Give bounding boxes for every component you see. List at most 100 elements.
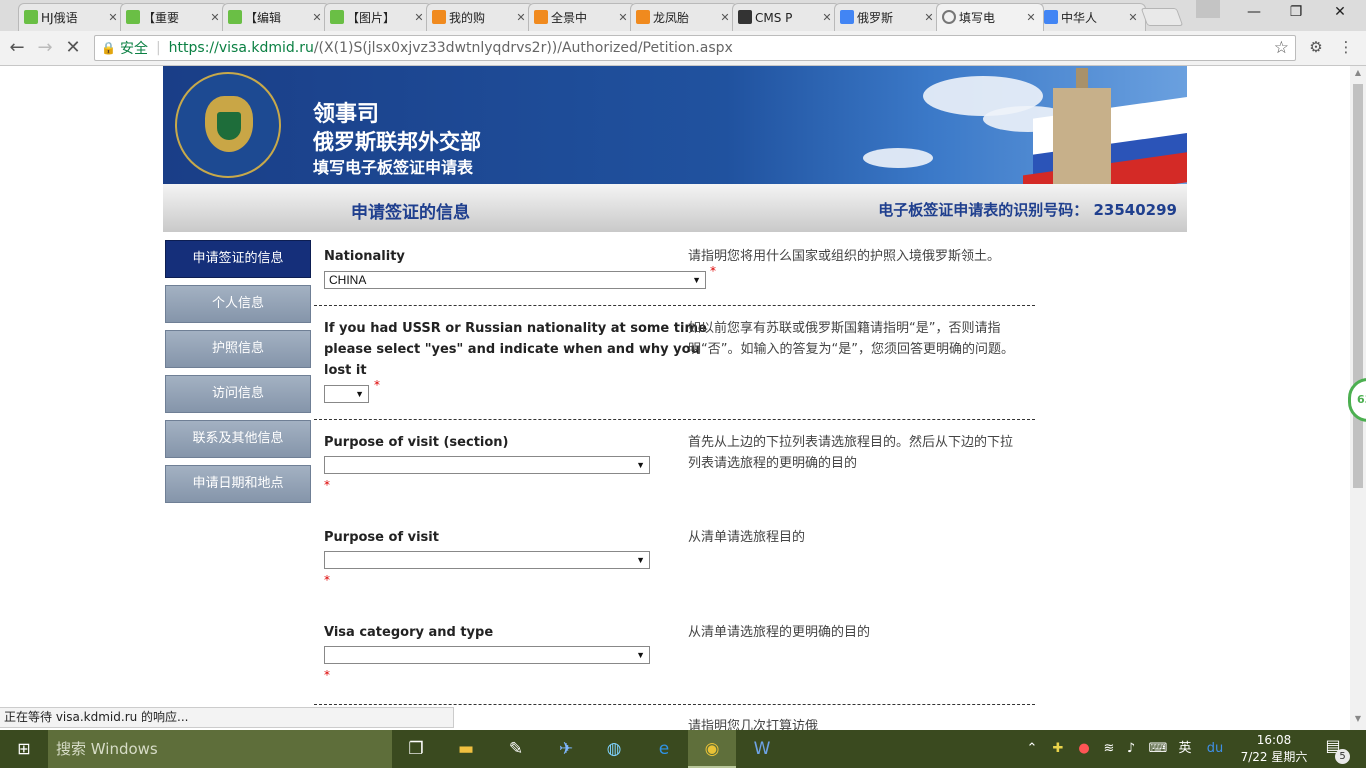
address-bar[interactable]: 🔒 安全 | https://visa.kdmid.ru /(X(1)S(jls… <box>94 35 1296 61</box>
tab-favicon-icon <box>24 10 38 24</box>
tab-favicon-icon <box>1044 10 1058 24</box>
new-tab-button[interactable] <box>1140 8 1184 26</box>
menu-item-application-date[interactable]: 申请日期和地点 <box>165 465 311 503</box>
close-tab-icon[interactable]: ✕ <box>413 11 425 24</box>
taskbar-search-box[interactable]: 搜索 Windows <box>48 730 392 768</box>
nationality-label: Nationality <box>324 249 405 264</box>
section-divider <box>314 305 1035 306</box>
browser-tab[interactable]: 俄罗斯 ✕ <box>834 3 942 31</box>
edge-browser-icon[interactable]: e <box>640 730 688 768</box>
tab-favicon-icon <box>432 10 446 24</box>
keyboard-icon[interactable]: ⌨ <box>1144 730 1172 768</box>
close-tab-icon[interactable]: ✕ <box>209 11 221 24</box>
close-tab-icon[interactable]: ✕ <box>107 11 119 24</box>
file-explorer-icon[interactable]: ▬ <box>442 730 490 768</box>
system-clock[interactable]: 16:08 7/22 星期六 <box>1232 732 1316 766</box>
purpose-section-select[interactable]: ▼ <box>324 456 650 474</box>
wifi-icon[interactable]: ≋ <box>1098 730 1120 768</box>
menu-dots-icon[interactable]: ⋮ <box>1336 38 1356 58</box>
browser-tab[interactable]: 【编辑 ✕ <box>222 3 330 31</box>
qq-app-icon[interactable]: ◍ <box>590 730 638 768</box>
nationality-select[interactable]: CHINA ▼ <box>324 271 706 289</box>
tab-favicon-icon <box>738 10 752 24</box>
tray-music-icon[interactable]: ● <box>1072 730 1096 768</box>
purpose-label: Purpose of visit <box>324 530 439 545</box>
menu-item-personal-info[interactable]: 个人信息 <box>165 285 311 323</box>
purpose-help: 从清单请选旅程目的 <box>688 530 806 545</box>
tab-favicon-icon <box>126 10 140 24</box>
browser-tab-active[interactable]: 填写电 ✕ <box>936 3 1044 31</box>
ussr-help-line: 明“否”。如输入的答复为“是”，您须回答更明确的问题。 <box>688 342 1014 357</box>
address-separator: | <box>155 40 161 56</box>
tab-title: 【图片】 <box>347 11 396 25</box>
section-header: 申请签证的信息 电子板签证申请表的识别号码： 23540299 <box>163 184 1187 232</box>
close-tab-icon[interactable]: ✕ <box>515 11 527 24</box>
loading-spinner-icon <box>942 10 956 24</box>
tab-favicon-icon <box>840 10 854 24</box>
tab-title: 填写电 <box>959 11 996 25</box>
ussr-help-line: 如以前您享有苏联或俄罗斯国籍请指明“是”，否则请指 <box>688 321 1001 336</box>
menu-item-visit-info[interactable]: 访问信息 <box>165 375 311 413</box>
menu-item-contact-info[interactable]: 联系及其他信息 <box>165 420 311 458</box>
bookmark-star-icon[interactable]: ☆ <box>1274 38 1289 58</box>
close-tab-icon[interactable]: ✕ <box>923 11 935 24</box>
close-tab-icon[interactable]: ✕ <box>719 11 731 24</box>
dropdown-arrow-icon: ▼ <box>636 555 645 565</box>
back-arrow-icon[interactable]: ← <box>6 37 28 59</box>
profile-icon[interactable] <box>1196 0 1220 18</box>
clock-date: 7/22 星期六 <box>1240 750 1308 764</box>
visa-category-select[interactable]: ▼ <box>324 646 650 664</box>
close-tab-icon[interactable]: ✕ <box>311 11 323 24</box>
chrome-browser-icon[interactable]: ◉ <box>688 730 736 768</box>
tab-favicon-icon <box>228 10 242 24</box>
notification-count-badge: 5 <box>1335 749 1350 764</box>
ime-language-indicator[interactable]: 英 <box>1174 730 1196 768</box>
browser-tab[interactable]: HJ俄语 ✕ <box>18 3 126 31</box>
browser-tab[interactable]: 我的购 ✕ <box>426 3 534 31</box>
restore-button[interactable]: ❐ <box>1278 4 1314 24</box>
close-tab-icon[interactable]: ✕ <box>1127 11 1139 24</box>
menu-item-passport-info[interactable]: 护照信息 <box>165 330 311 368</box>
close-tab-icon[interactable]: ✕ <box>821 11 833 24</box>
purpose-select[interactable]: ▼ <box>324 551 650 569</box>
extension-icon[interactable]: ⚙ <box>1306 38 1326 58</box>
dropdown-arrow-icon: ▼ <box>355 389 364 399</box>
minimize-button[interactable]: — <box>1236 4 1272 24</box>
forward-arrow-icon[interactable]: → <box>34 37 56 59</box>
browser-tab[interactable]: 龙凤胎 ✕ <box>630 3 738 31</box>
browser-tab[interactable]: 全景中 ✕ <box>528 3 636 31</box>
scroll-down-arrow-icon[interactable]: ▼ <box>1350 714 1366 728</box>
word-app-icon[interactable]: W <box>738 730 786 768</box>
tab-title: HJ俄语 <box>41 11 78 25</box>
windows-start-icon[interactable]: ⊞ <box>0 730 48 768</box>
dropdown-arrow-icon: ▼ <box>636 650 645 660</box>
required-mark: * <box>324 478 330 492</box>
close-tab-icon[interactable]: ✕ <box>1025 11 1037 24</box>
action-center-icon[interactable]: ▤ 5 <box>1320 736 1350 764</box>
task-view-icon[interactable]: ❐ <box>392 730 440 768</box>
close-tab-icon[interactable]: ✕ <box>617 11 629 24</box>
browser-tab[interactable]: 【重要 ✕ <box>120 3 228 31</box>
browser-tab[interactable]: CMS P ✕ <box>732 3 840 31</box>
baidu-ime-icon[interactable]: du <box>1204 730 1226 768</box>
scroll-up-arrow-icon[interactable]: ▲ <box>1350 68 1366 82</box>
stop-loading-icon[interactable]: ✕ <box>62 37 84 59</box>
dropdown-arrow-icon: ▼ <box>636 460 645 470</box>
tray-expand-icon[interactable]: ⌃ <box>1024 730 1040 768</box>
bird-app-icon[interactable]: ✈ <box>542 730 590 768</box>
scrollbar-thumb[interactable] <box>1353 84 1363 488</box>
menu-item-visa-info[interactable]: 申请签证的信息 <box>165 240 311 278</box>
site-banner: 领事司 俄罗斯联邦外交部 填写电子板签证申请表 <box>163 66 1187 184</box>
tray-app-icon[interactable]: ✚ <box>1046 730 1070 768</box>
close-window-button[interactable]: ✕ <box>1322 4 1358 24</box>
browser-tab[interactable]: 【图片】 ✕ <box>324 3 432 31</box>
browser-tab[interactable]: 中华人 ✕ <box>1038 3 1146 31</box>
windows-taskbar: ⊞ 搜索 Windows ❐ ▬ ✎ ✈ ◍ e ◉ W ⌃ ✚ ● ≋ ♪ ⌨… <box>0 730 1366 768</box>
required-mark: * <box>324 573 330 587</box>
volume-icon[interactable]: ♪ <box>1120 730 1142 768</box>
secure-label: 安全 <box>119 41 148 57</box>
tab-title: 全景中 <box>551 11 588 25</box>
ussr-nationality-select[interactable]: ▼ <box>324 385 369 403</box>
pin-app-icon[interactable]: ✎ <box>492 730 540 768</box>
purpose-section-label: Purpose of visit (section) <box>324 435 509 450</box>
